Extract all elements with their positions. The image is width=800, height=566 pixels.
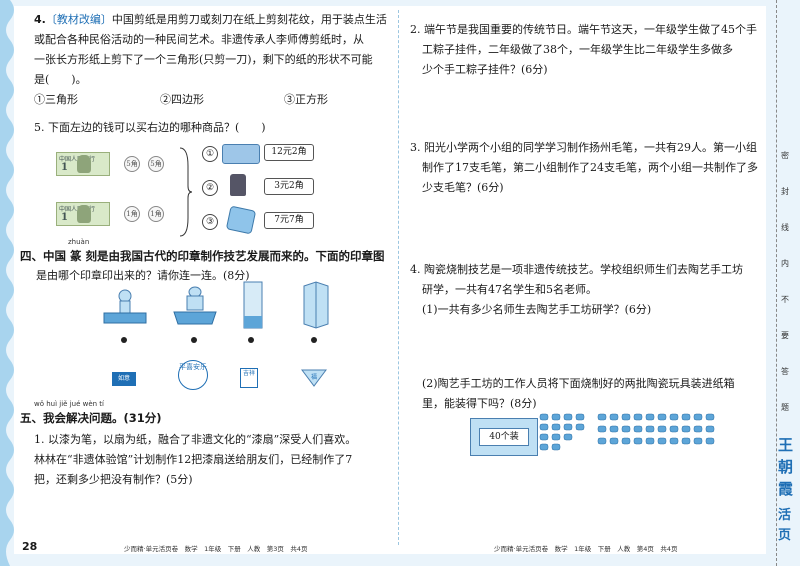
connect-dot[interactable] <box>311 337 317 343</box>
connect-dot[interactable] <box>248 337 254 343</box>
stamp-tall-bar-icon <box>243 281 263 329</box>
coin-5-jiao: 5角 <box>148 156 164 172</box>
svg-text:福: 福 <box>311 373 317 381</box>
right-column: 2. 端午节是我国重要的传统节日。端午节这天，一年级学生做了45个手 工粽子挂件… <box>410 10 760 550</box>
tag-textbook-adapted: 〔教材改编〕 <box>45 13 112 26</box>
seal-line-char: 线 <box>781 223 789 232</box>
question-4-part-2: (2)陶艺手工坊的工作人员将下面烧制好的两批陶瓷玩具装进纸箱 里，能装得下吗？(… <box>422 377 735 410</box>
banknote-1-yuan: 中国人民银行 1 <box>56 152 110 176</box>
question-3-right: 3. 阳光小学两个小组的同学学习制作扬州毛笔，一共有29人。第一小组 制作了17… <box>410 141 758 194</box>
brand-char: 朝 <box>778 458 794 476</box>
option-triangle: ①三角形 <box>34 93 78 106</box>
price-tag-2: 3元2角 <box>264 178 314 195</box>
seal-line-char: 答 <box>781 367 789 376</box>
seal-line-char: 内 <box>781 259 789 268</box>
coin-5-jiao: 5角 <box>124 156 140 172</box>
pinyin-section-5: wǒ huì jiě jué wèn tí <box>34 400 104 408</box>
stamp-round-handle-icon <box>103 289 147 324</box>
seal-impression-hexagon-icon: 福 <box>301 369 327 387</box>
brand-char: 霞 <box>778 480 794 498</box>
seal-line-char: 不 <box>781 295 789 304</box>
price-tag-3: 7元7角 <box>264 212 314 229</box>
portrait-icon <box>77 155 91 173</box>
seal-line-char: 要 <box>781 331 789 340</box>
seal-line-char: 密 <box>781 151 789 160</box>
notebook-icon <box>225 205 257 235</box>
stamp-hexagonal-prism-icon <box>303 281 329 329</box>
option-square: ③正方形 <box>284 93 328 106</box>
grouping-bracket <box>179 147 192 237</box>
paper-box-icon: 40个装 <box>470 418 538 456</box>
question-2-right: 2. 端午节是我国重要的传统节日。端午节这天，一年级学生做了45个手 工粽子挂件… <box>410 23 757 76</box>
pencil-case-icon <box>222 144 260 164</box>
box-capacity-label: 40个装 <box>479 428 529 446</box>
ceramic-toys-batch-1-icon <box>539 413 585 451</box>
connect-dot[interactable] <box>121 337 127 343</box>
column-divider <box>398 10 399 545</box>
stamp-square-base-icon <box>173 286 217 325</box>
coin-1-jiao: 1角 <box>124 206 140 222</box>
brand-char: 王 <box>778 436 794 454</box>
footer-left: 少而精·单元活页卷 数学 1年级 下册 人教 第3页 共4页 <box>124 545 308 553</box>
seal-impression-jixiang: 吉祥 <box>240 368 258 388</box>
ceramic-toys-batch-2-icon <box>597 413 715 445</box>
item-number-3: ③ <box>202 214 218 230</box>
banknote-1-yuan: 中国人民银行 1 <box>56 202 110 226</box>
section-5-question-1: 1. 以漆为笔，以扇为纸，融合了非遗文化的“漆扇”深受人们喜欢。 林林在“非遗体… <box>34 433 357 486</box>
brand-char: 页 <box>778 528 792 543</box>
item-number-1: ① <box>202 146 218 162</box>
left-column: 4.〔教材改编〕中国剪纸是用剪刀或刻刀在纸上剪刻花纹，用于装点生活 或配合各种民… <box>20 10 390 550</box>
portrait-icon <box>77 205 91 223</box>
seal-line <box>776 0 777 566</box>
seal-impression-round: 平喜安乐 <box>178 360 208 390</box>
footer-right: 少而精·单元活页卷 数学 1年级 下册 人教 第4页 共4页 <box>494 545 678 553</box>
seal-impression-ruyi: 如意 <box>112 372 136 386</box>
connect-dot[interactable] <box>191 337 197 343</box>
item-number-2: ② <box>202 180 218 196</box>
question-4-right: 4. 陶瓷烧制技艺是一项非遗传统技艺。学校组织师生们去陶艺手工坊 研学，一共有4… <box>410 263 743 316</box>
pinyin-zhuan: zhuàn <box>68 238 90 246</box>
question-5-stem: 5. 下面左边的钱可以买右边的哪种商品？( ) <box>34 121 266 134</box>
worksheet-page: 4.〔教材改编〕中国剪纸是用剪刀或刻刀在纸上剪刻花纹，用于装点生活 或配合各种民… <box>0 0 800 566</box>
pencil-sharpener-icon <box>230 174 246 196</box>
coin-1-jiao: 1角 <box>148 206 164 222</box>
question-4-left: 4.〔教材改编〕中国剪纸是用剪刀或刻刀在纸上剪刻花纹，用于装点生活 或配合各种民… <box>34 10 394 110</box>
brand-char: 活 <box>778 508 792 523</box>
section-5-title: 五、我会解决问题。(31分) <box>20 411 162 425</box>
seal-line-char: 题 <box>781 403 789 412</box>
price-tag-1: 12元2角 <box>264 144 314 161</box>
seal-line-char: 封 <box>781 187 789 196</box>
option-quadrilateral: ②四边形 <box>160 93 204 106</box>
page-number: 28 <box>22 540 38 553</box>
